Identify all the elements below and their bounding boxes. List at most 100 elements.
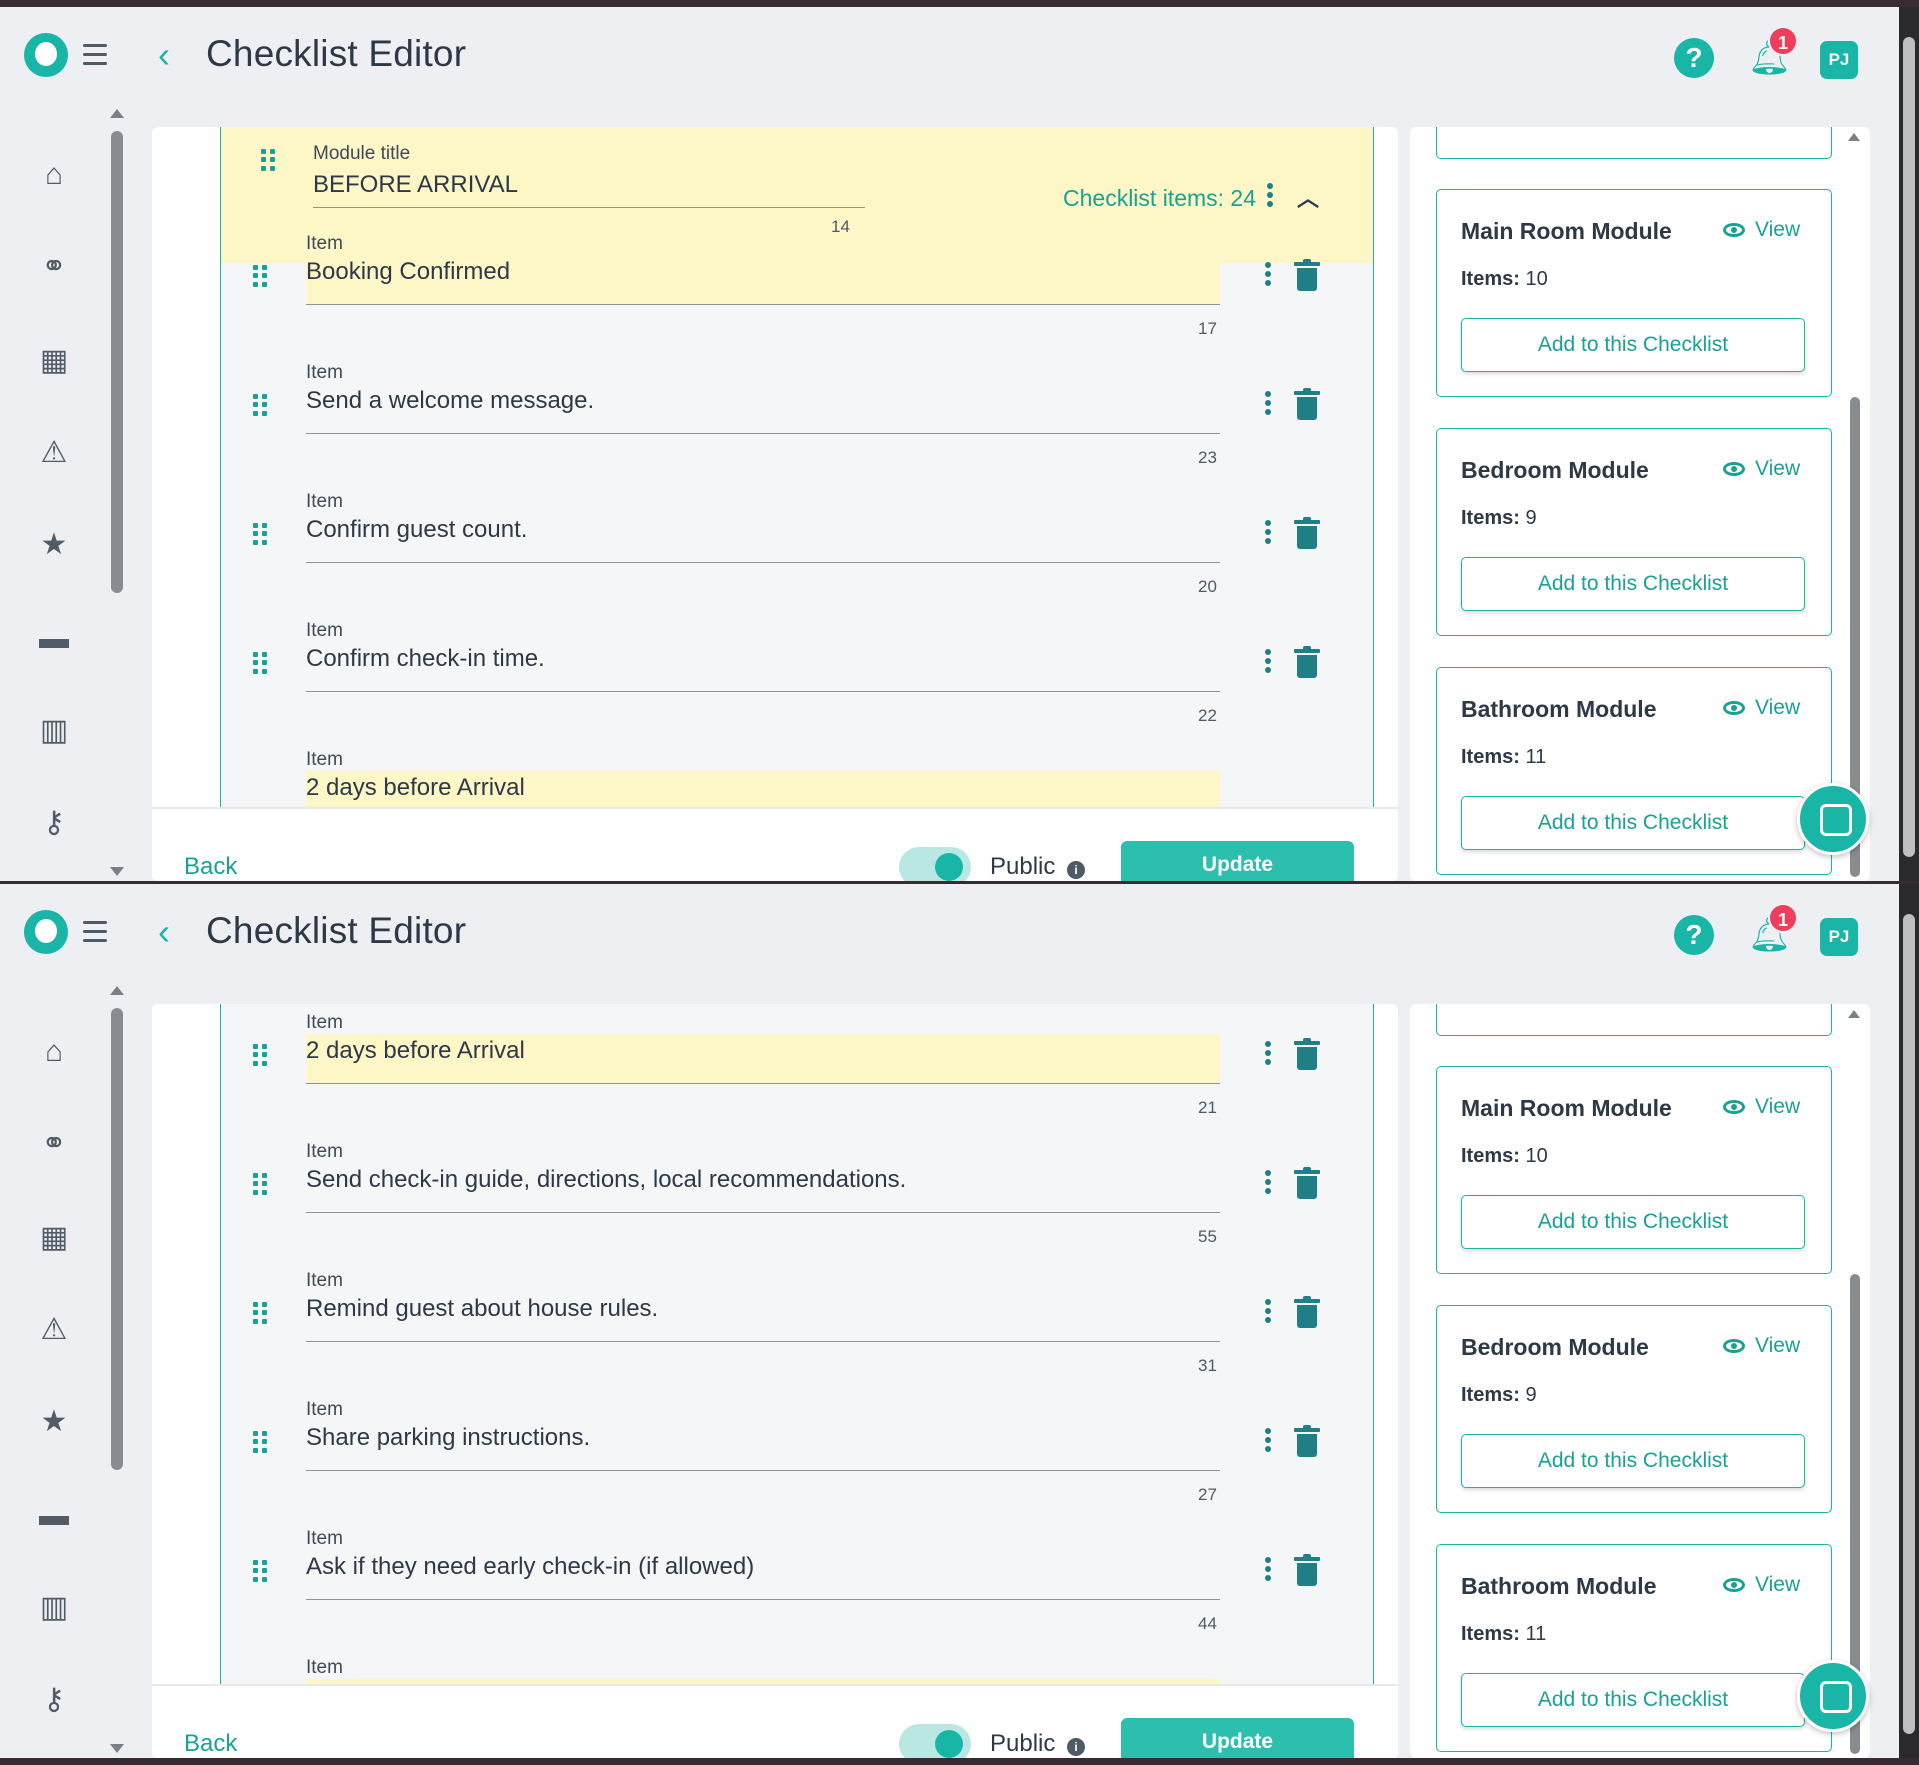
add-to-checklist-button[interactable]: Add to this Checklist <box>1461 318 1805 372</box>
view-link[interactable]: View <box>1755 1095 1800 1119</box>
nav-scroll-down-arrow[interactable] <box>110 867 124 876</box>
delete-item-icon[interactable] <box>1294 1425 1320 1457</box>
back-link[interactable]: Back <box>184 1730 237 1758</box>
nav-scrollbar[interactable] <box>111 131 123 593</box>
view-link[interactable]: View <box>1755 696 1800 720</box>
panel-scroll-up-arrow[interactable] <box>1848 1010 1860 1018</box>
delete-item-icon[interactable] <box>1294 517 1320 549</box>
item-drag-handle-icon[interactable] <box>253 523 267 545</box>
item-drag-handle-icon[interactable] <box>253 1431 267 1453</box>
app-logo[interactable] <box>24 33 68 77</box>
eye-icon[interactable] <box>1723 223 1745 237</box>
back-chevron-icon[interactable]: ‹ <box>158 914 170 950</box>
delete-item-icon[interactable] <box>1294 1296 1320 1328</box>
item-drag-handle-icon[interactable] <box>253 652 267 674</box>
view-link[interactable]: View <box>1755 457 1800 481</box>
delete-item-icon[interactable] <box>1294 1038 1320 1070</box>
hamburger-menu-icon[interactable] <box>83 44 107 66</box>
delete-item-icon[interactable] <box>1294 1554 1320 1586</box>
panel-scroll-up-arrow[interactable] <box>1848 133 1860 141</box>
eye-icon[interactable] <box>1723 1578 1745 1592</box>
item-more-options-icon[interactable] <box>1265 520 1271 544</box>
calendar-icon[interactable]: ▦ <box>36 343 72 379</box>
item-more-options-icon[interactable] <box>1265 262 1271 286</box>
handshake-icon[interactable]: ⚭ <box>36 249 72 285</box>
handshake-icon[interactable]: ⚭ <box>36 1126 72 1162</box>
item-more-options-icon[interactable] <box>1265 1428 1271 1452</box>
home-icon[interactable]: ⌂ <box>36 1034 72 1070</box>
delete-item-icon[interactable] <box>1294 646 1320 678</box>
item-drag-handle-icon[interactable] <box>253 1560 267 1582</box>
item-drag-handle-icon[interactable] <box>253 394 267 416</box>
module-more-options-icon[interactable] <box>1267 183 1273 207</box>
avatar[interactable]: PJ <box>1820 918 1858 956</box>
update-button[interactable]: Update <box>1121 1718 1354 1758</box>
window-scrollbar-thumb[interactable] <box>1903 37 1915 857</box>
window-scrollbar[interactable] <box>1899 884 1919 1758</box>
item-text-field[interactable]: Ask if they need early check-in (if allo… <box>306 1550 1220 1600</box>
warning-icon[interactable]: ⚠ <box>36 1312 72 1348</box>
item-drag-handle-icon[interactable] <box>253 265 267 287</box>
star-icon[interactable]: ★ <box>36 527 72 563</box>
window-scrollbar[interactable] <box>1899 7 1919 881</box>
eye-icon[interactable] <box>1723 1339 1745 1353</box>
building-icon[interactable]: ▥ <box>36 713 72 749</box>
app-logo[interactable] <box>24 910 68 954</box>
add-to-checklist-button[interactable]: Add to this Checklist <box>1461 1195 1805 1249</box>
item-text-field[interactable]: Send check-in guide, directions, local r… <box>306 1163 1220 1213</box>
key-icon[interactable]: ⚷ <box>36 805 72 841</box>
building-icon[interactable]: ▥ <box>36 1590 72 1626</box>
calendar-icon[interactable]: ▦ <box>36 1220 72 1256</box>
delete-item-icon[interactable] <box>1294 259 1320 291</box>
add-to-checklist-button[interactable]: Add to this Checklist <box>1461 1434 1805 1488</box>
item-text-field[interactable]: Share parking instructions. <box>306 1421 1220 1471</box>
item-text-field[interactable]: Remind guest about house rules. <box>306 1292 1220 1342</box>
back-chevron-icon[interactable]: ‹ <box>158 37 170 73</box>
item-drag-handle-icon[interactable] <box>253 1302 267 1324</box>
add-to-checklist-button[interactable]: Add to this Checklist <box>1461 796 1805 850</box>
item-more-options-icon[interactable] <box>1265 1557 1271 1581</box>
item-drag-handle-icon[interactable] <box>253 1173 267 1195</box>
delete-item-icon[interactable] <box>1294 388 1320 420</box>
chat-icon[interactable] <box>1797 1660 1869 1732</box>
view-link[interactable]: View <box>1755 1334 1800 1358</box>
key-icon[interactable]: ⚷ <box>36 1682 72 1718</box>
question-icon[interactable]: ? <box>1674 915 1714 955</box>
item-text-field[interactable]: Confirm check-in time. <box>306 642 1220 692</box>
item-drag-handle-icon[interactable] <box>253 1044 267 1066</box>
eye-icon[interactable] <box>1723 701 1745 715</box>
add-to-checklist-button[interactable]: Add to this Checklist <box>1461 557 1805 611</box>
star-icon[interactable]: ★ <box>36 1404 72 1440</box>
credit-card-icon[interactable]: ▬ <box>36 621 72 657</box>
item-more-options-icon[interactable] <box>1265 649 1271 673</box>
module-title-input[interactable]: BEFORE ARRIVAL <box>313 171 518 199</box>
update-button[interactable]: Update <box>1121 841 1354 881</box>
eye-icon[interactable] <box>1723 462 1745 476</box>
public-toggle[interactable] <box>899 847 971 881</box>
info-icon[interactable]: i <box>1067 1738 1085 1756</box>
add-to-checklist-button[interactable]: Add to this Checklist <box>1461 1673 1805 1727</box>
item-more-options-icon[interactable] <box>1265 1170 1271 1194</box>
eye-icon[interactable] <box>1723 1100 1745 1114</box>
hamburger-menu-icon[interactable] <box>83 921 107 943</box>
chat-icon[interactable] <box>1797 783 1869 855</box>
item-more-options-icon[interactable] <box>1265 1041 1271 1065</box>
home-icon[interactable]: ⌂ <box>36 157 72 193</box>
item-text-field[interactable]: Booking Confirmed <box>306 255 1220 305</box>
item-text-field[interactable]: Confirm guest count. <box>306 513 1220 563</box>
collapse-chevron-up-icon[interactable]: ︿ <box>1297 181 1319 213</box>
item-more-options-icon[interactable] <box>1265 1299 1271 1323</box>
window-scrollbar-thumb[interactable] <box>1903 914 1915 1734</box>
delete-item-icon[interactable] <box>1294 1167 1320 1199</box>
avatar[interactable]: PJ <box>1820 41 1858 79</box>
nav-scroll-down-arrow[interactable] <box>110 1744 124 1753</box>
back-link[interactable]: Back <box>184 853 237 881</box>
item-text-field[interactable]: Send a welcome message. <box>306 384 1220 434</box>
question-icon[interactable]: ? <box>1674 38 1714 78</box>
nav-scrollbar[interactable] <box>111 1008 123 1470</box>
warning-icon[interactable]: ⚠ <box>36 435 72 471</box>
view-link[interactable]: View <box>1755 218 1800 242</box>
nav-scroll-up-arrow[interactable] <box>110 109 124 118</box>
item-text-field[interactable]: 2 days before Arrival <box>306 1034 1220 1084</box>
module-drag-handle-icon[interactable] <box>261 149 275 171</box>
